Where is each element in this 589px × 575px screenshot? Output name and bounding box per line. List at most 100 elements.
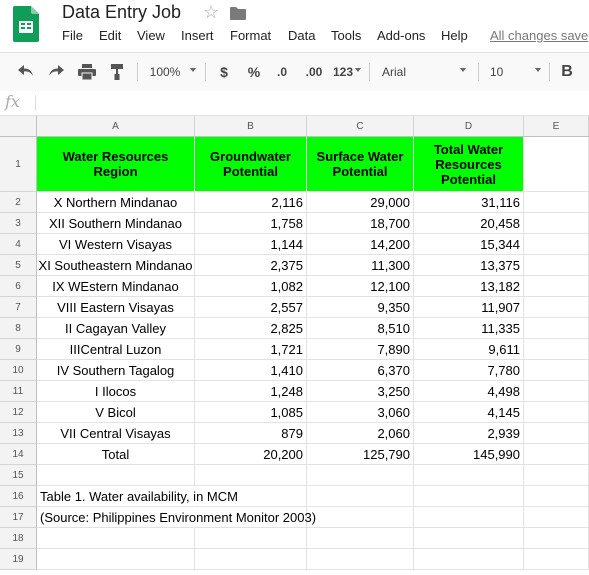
value-cell[interactable]: 7,890 — [307, 339, 414, 360]
row-header-3[interactable]: 3 — [0, 213, 37, 234]
menu-edit[interactable]: Edit — [99, 28, 121, 43]
font-size-select[interactable]: 10 — [490, 61, 510, 83]
value-cell[interactable]: 145,990 — [414, 444, 524, 465]
value-cell[interactable]: 1,721 — [195, 339, 307, 360]
cell[interactable] — [524, 318, 589, 339]
menu-help[interactable]: Help — [441, 28, 468, 43]
cell[interactable] — [524, 137, 589, 192]
value-cell[interactable]: 11,907 — [414, 297, 524, 318]
cell[interactable] — [524, 549, 589, 570]
value-cell[interactable]: 8,510 — [307, 318, 414, 339]
folder-icon[interactable] — [230, 6, 246, 20]
region-cell[interactable]: I Ilocos — [37, 381, 195, 402]
cell[interactable] — [524, 507, 589, 528]
value-cell[interactable]: 7,780 — [414, 360, 524, 381]
row-header-12[interactable]: 12 — [0, 402, 37, 423]
value-cell[interactable]: 4,498 — [414, 381, 524, 402]
cell[interactable] — [524, 297, 589, 318]
row-header-14[interactable]: 14 — [0, 444, 37, 465]
value-cell[interactable]: 125,790 — [307, 444, 414, 465]
cell[interactable] — [524, 423, 589, 444]
percent-format-button[interactable]: % — [244, 61, 264, 83]
value-cell[interactable]: 9,611 — [414, 339, 524, 360]
value-cell[interactable]: 2,375 — [195, 255, 307, 276]
increase-decimals-button[interactable]: .00 — [301, 61, 327, 83]
cell[interactable] — [307, 549, 414, 570]
currency-format-button[interactable]: $ — [215, 61, 233, 83]
row-header-7[interactable]: 7 — [0, 297, 37, 318]
cell[interactable] — [307, 507, 414, 528]
value-cell[interactable]: 1,085 — [195, 402, 307, 423]
value-cell[interactable]: 2,060 — [307, 423, 414, 444]
menu-insert[interactable]: Insert — [181, 28, 214, 43]
cell[interactable] — [524, 465, 589, 486]
paint-format-icon[interactable] — [105, 61, 129, 83]
row-header-4[interactable]: 4 — [0, 234, 37, 255]
value-cell[interactable]: 1,410 — [195, 360, 307, 381]
value-cell[interactable]: 4,145 — [414, 402, 524, 423]
region-cell[interactable]: IV Southern Tagalog — [37, 360, 195, 381]
zoom-select[interactable]: 100% — [147, 61, 183, 83]
cell[interactable] — [307, 465, 414, 486]
row-header-2[interactable]: 2 — [0, 192, 37, 213]
value-cell[interactable]: 20,458 — [414, 213, 524, 234]
cell[interactable] — [524, 444, 589, 465]
cell[interactable] — [414, 549, 524, 570]
cell[interactable] — [524, 360, 589, 381]
region-cell[interactable]: X Northern Mindanao — [37, 192, 195, 213]
cell[interactable] — [414, 465, 524, 486]
undo-icon[interactable] — [14, 61, 38, 83]
value-cell[interactable]: 29,000 — [307, 192, 414, 213]
region-cell[interactable]: XII Southern Mindanao — [37, 213, 195, 234]
font-family-select[interactable]: Arial — [382, 61, 412, 83]
cell[interactable] — [414, 528, 524, 549]
menu-data[interactable]: Data — [288, 28, 315, 43]
region-cell[interactable]: XI Southeastern Mindanao — [37, 255, 195, 276]
value-cell[interactable]: 3,060 — [307, 402, 414, 423]
table-header-cell[interactable]: Groundwater Potential — [195, 137, 307, 192]
value-cell[interactable]: 1,082 — [195, 276, 307, 297]
menu-format[interactable]: Format — [230, 28, 271, 43]
select-all-corner[interactable] — [0, 116, 37, 137]
cell[interactable] — [195, 465, 307, 486]
column-header-b[interactable]: B — [195, 116, 307, 137]
sheets-logo-icon[interactable] — [13, 6, 39, 42]
cell[interactable] — [524, 402, 589, 423]
menu-addons[interactable]: Add-ons — [377, 28, 425, 43]
row-header-10[interactable]: 10 — [0, 360, 37, 381]
value-cell[interactable]: 2,939 — [414, 423, 524, 444]
row-header-1[interactable]: 1 — [0, 137, 37, 192]
formula-input[interactable] — [42, 95, 582, 111]
menu-view[interactable]: View — [137, 28, 165, 43]
row-header-17[interactable]: 17 — [0, 507, 37, 528]
cell[interactable] — [307, 486, 414, 507]
value-cell[interactable]: 11,335 — [414, 318, 524, 339]
cell[interactable] — [195, 528, 307, 549]
cell[interactable] — [524, 213, 589, 234]
value-cell[interactable]: 2,825 — [195, 318, 307, 339]
menu-file[interactable]: File — [62, 28, 83, 43]
value-cell[interactable]: 18,700 — [307, 213, 414, 234]
value-cell[interactable]: 1,248 — [195, 381, 307, 402]
document-title[interactable]: Data Entry Job — [62, 2, 181, 23]
redo-icon[interactable] — [44, 61, 68, 83]
value-cell[interactable]: 20,200 — [195, 444, 307, 465]
cell[interactable] — [524, 381, 589, 402]
region-cell[interactable]: Total — [37, 444, 195, 465]
region-cell[interactable]: VII Central Visayas — [37, 423, 195, 444]
value-cell[interactable]: 1,758 — [195, 213, 307, 234]
cell[interactable] — [524, 192, 589, 213]
region-cell[interactable]: VIII Eastern Visayas — [37, 297, 195, 318]
column-header-e[interactable]: E — [524, 116, 589, 137]
row-header-13[interactable]: 13 — [0, 423, 37, 444]
more-formats-button[interactable]: 123 — [331, 61, 355, 83]
column-header-d[interactable]: D — [414, 116, 524, 137]
cell[interactable] — [195, 549, 307, 570]
value-cell[interactable]: 2,116 — [195, 192, 307, 213]
cell[interactable] — [524, 339, 589, 360]
value-cell[interactable]: 13,375 — [414, 255, 524, 276]
cell[interactable] — [524, 234, 589, 255]
column-header-a[interactable]: A — [37, 116, 195, 137]
row-header-5[interactable]: 5 — [0, 255, 37, 276]
cell[interactable] — [524, 528, 589, 549]
